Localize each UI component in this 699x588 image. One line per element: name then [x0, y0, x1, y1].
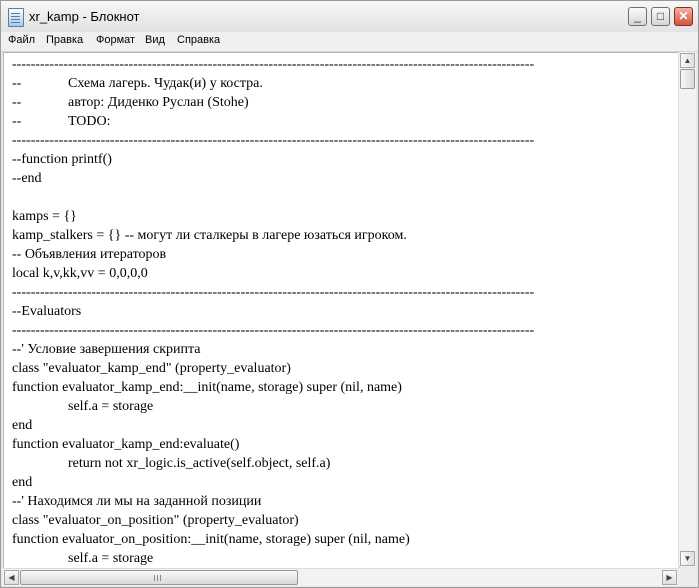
text-line: [12, 188, 534, 207]
text-line: -- автор: Диденко Руслан (Stohe): [12, 95, 249, 110]
menu-format[interactable]: Формат: [96, 34, 135, 46]
notepad-icon[interactable]: [8, 8, 24, 27]
text-line: local k,v,kk,vv = 0,0,0,0: [12, 266, 148, 281]
text-line: ----------------------------------------…: [12, 57, 535, 72]
text-line: class "evaluator_kamp_end" (property_eva…: [12, 361, 291, 376]
text-line: --function printf(): [12, 152, 112, 167]
notepad-window: xr_kamp - Блокнот _ □ ✕ Файл Правка Форм…: [0, 0, 699, 588]
text-line: ----------------------------------------…: [12, 285, 535, 300]
close-button[interactable]: ✕: [674, 7, 693, 26]
text-line: -- Схема лагерь. Чудак(и) у костра.: [12, 76, 263, 91]
menu-help[interactable]: Справка: [177, 34, 220, 46]
text-line: ----------------------------------------…: [12, 323, 535, 338]
text-line: -- Объявления итераторов: [12, 247, 167, 262]
text-line: function evaluator_kamp_end:evaluate(): [12, 437, 240, 452]
scroll-up-button[interactable]: ▲: [680, 53, 695, 68]
text-line: class "evaluator_on_position" (property_…: [12, 513, 299, 528]
size-grip[interactable]: [678, 568, 696, 585]
maximize-button[interactable]: □: [651, 7, 670, 26]
menu-edit[interactable]: Правка: [46, 34, 83, 46]
text-line: kamp_stalkers = {} -- могут ли сталкеры …: [12, 228, 407, 243]
text-lines: ----------------------------------------…: [12, 55, 534, 568]
text-line: self.a = storage: [12, 551, 154, 566]
text-line: function evaluator_on_position:__init(na…: [12, 532, 410, 547]
text-line: --' Условие завершения скрипта: [12, 342, 201, 357]
text-editor[interactable]: ----------------------------------------…: [3, 52, 680, 569]
text-line: end: [12, 475, 33, 490]
text-line: --Evaluators: [12, 304, 82, 319]
menu-file[interactable]: Файл: [8, 34, 35, 46]
text-line: kamps = {}: [12, 209, 77, 224]
menu-bar: Файл Правка Формат Вид Справка: [1, 32, 698, 52]
minimize-button[interactable]: _: [628, 7, 647, 26]
vertical-scrollbar[interactable]: ▲ ▼: [678, 52, 696, 567]
text-line: ----------------------------------------…: [12, 133, 535, 148]
text-line: self.a = storage: [12, 399, 154, 414]
text-line: --end: [12, 171, 42, 186]
text-line: -- TODO:: [12, 114, 111, 129]
vertical-scroll-thumb[interactable]: [680, 69, 695, 89]
text-line: function evaluator_kamp_end:__init(name,…: [12, 380, 402, 395]
menu-view[interactable]: Вид: [145, 34, 165, 46]
text-line: end: [12, 418, 33, 433]
scroll-right-button[interactable]: ▶: [662, 570, 677, 585]
text-line: return not xr_logic.is_active(self.objec…: [12, 456, 331, 471]
text-line: --' Находимся ли мы на заданной позиции: [12, 494, 262, 509]
window-title: xr_kamp - Блокнот: [29, 9, 140, 24]
title-bar[interactable]: xr_kamp - Блокнот _ □ ✕: [1, 1, 698, 33]
scroll-down-button[interactable]: ▼: [680, 551, 695, 566]
scroll-left-button[interactable]: ◀: [4, 570, 19, 585]
horizontal-scroll-thumb[interactable]: [20, 570, 298, 585]
grip-icon: [154, 575, 163, 581]
horizontal-scrollbar[interactable]: ◀ ▶: [3, 568, 678, 586]
